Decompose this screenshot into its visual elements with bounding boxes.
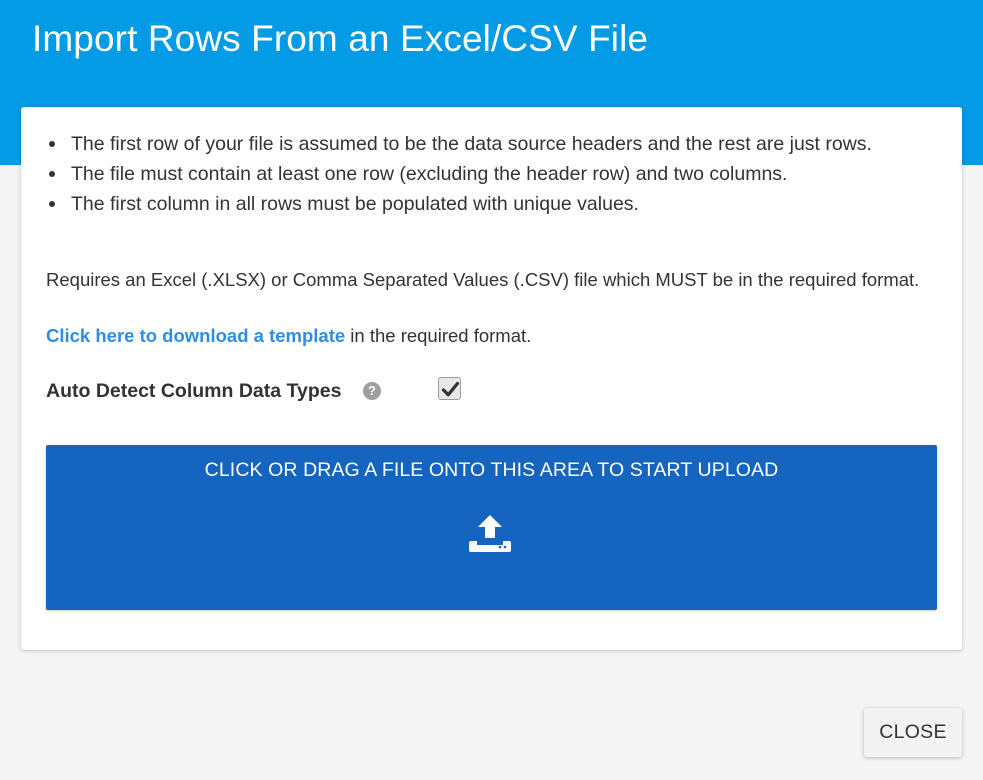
template-line: Click here to download a template in the… (46, 322, 531, 350)
import-card: The first row of your file is assumed to… (21, 107, 962, 650)
template-suffix: in the required format. (345, 325, 532, 346)
upload-prompt: CLICK OR DRAG A FILE ONTO THIS AREA TO S… (204, 459, 779, 481)
question-circle-icon[interactable]: ? (363, 382, 381, 400)
download-template-link[interactable]: Click here to download a template (46, 325, 345, 346)
rules-list: The first row of your file is assumed to… (49, 129, 931, 219)
rule-item: The file must contain at least one row (… (49, 159, 931, 189)
upload-drop-area[interactable]: CLICK OR DRAG A FILE ONTO THIS AREA TO S… (46, 445, 937, 610)
requirements-text: Requires an Excel (.XLSX) or Comma Separ… (46, 269, 920, 290)
close-button[interactable]: CLOSE (864, 708, 962, 757)
check-icon (441, 381, 460, 397)
auto-detect-label: Auto Detect Column Data Types (46, 380, 342, 402)
upload-tray-icon (469, 515, 511, 552)
rule-item: The first column in all rows must be pop… (49, 189, 931, 219)
dialog-title: Import Rows From an Excel/CSV File (32, 18, 649, 59)
rule-item: The first row of your file is assumed to… (49, 129, 931, 159)
auto-detect-checkbox[interactable] (438, 377, 461, 400)
